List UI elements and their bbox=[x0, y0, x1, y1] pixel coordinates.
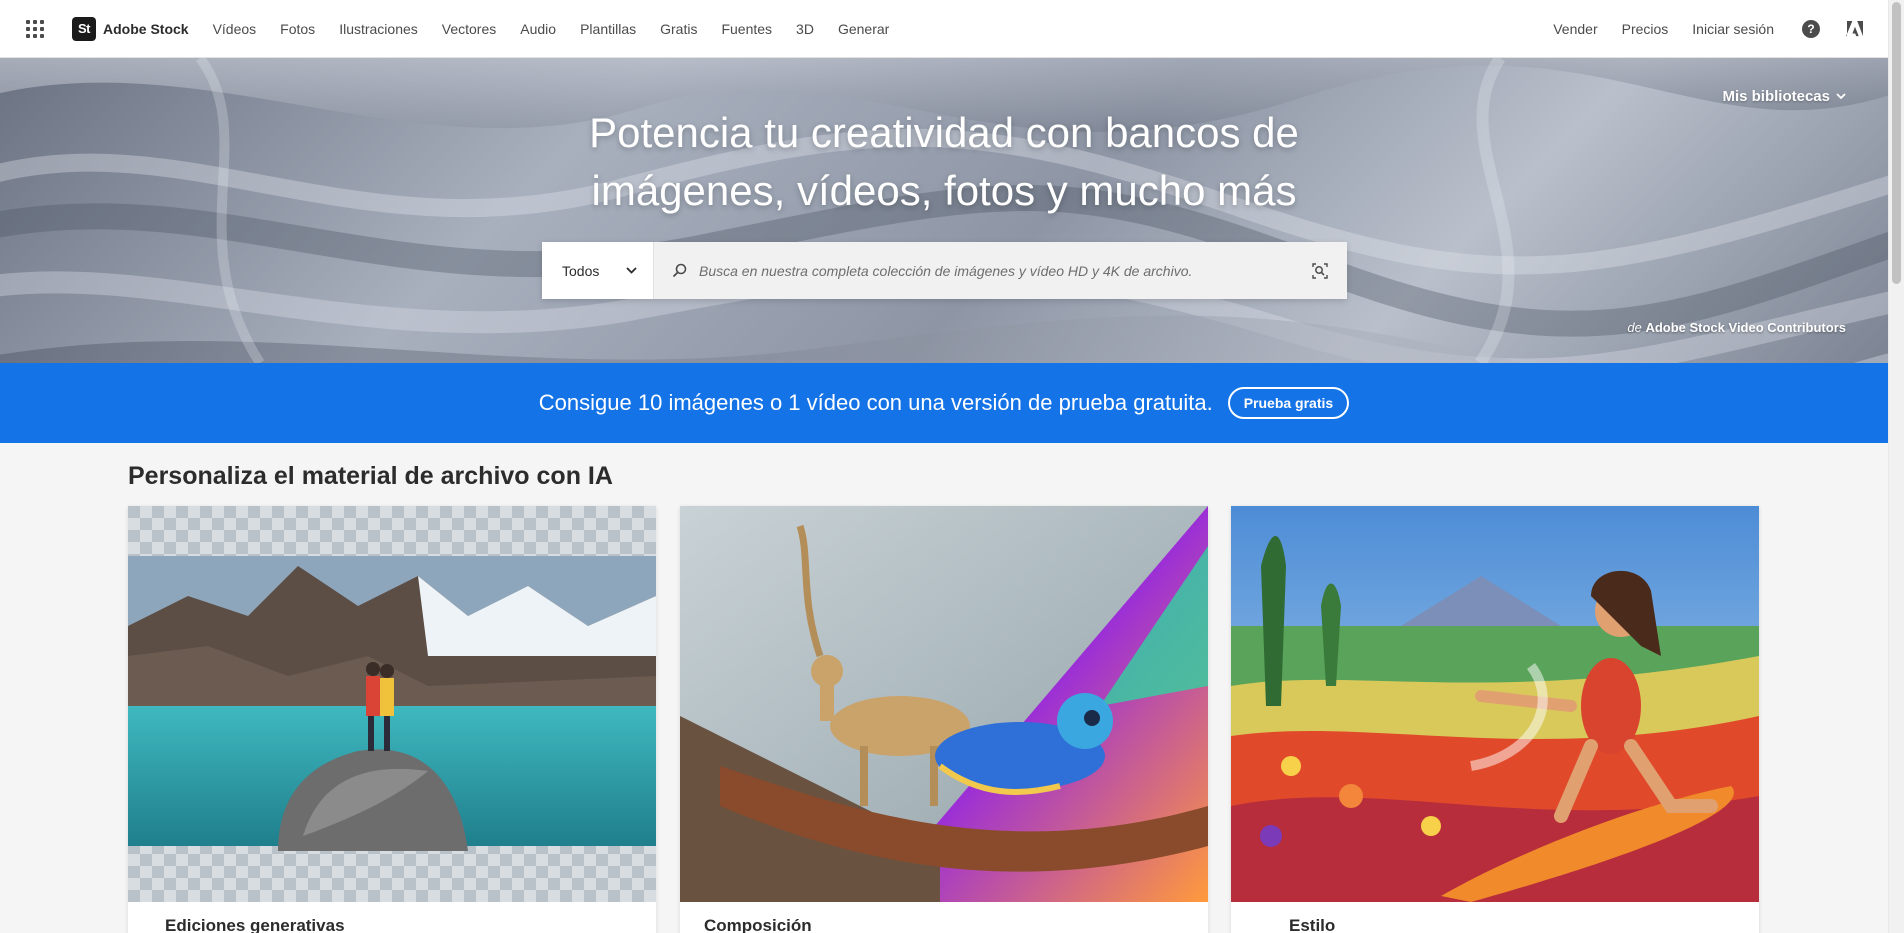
page-scrollbar[interactable] bbox=[1888, 0, 1904, 933]
main-nav: Vídeos Fotos Ilustraciones Vectores Audi… bbox=[201, 0, 902, 58]
adobe-stock-logo: St bbox=[72, 16, 96, 41]
chevron-down-icon bbox=[1836, 93, 1846, 100]
card-composition[interactable]: Composición bbox=[680, 506, 1208, 933]
credit-prefix: de bbox=[1627, 320, 1642, 335]
section-title: Personaliza el material de archivo con I… bbox=[128, 462, 613, 490]
help-icon[interactable]: ? bbox=[1802, 19, 1820, 38]
adobe-logo-icon[interactable] bbox=[1846, 20, 1864, 37]
nav-audio[interactable]: Audio bbox=[508, 0, 568, 58]
my-libraries-button[interactable]: Mis bibliotecas bbox=[1722, 88, 1846, 105]
nav-videos[interactable]: Vídeos bbox=[201, 0, 269, 58]
brand-home-link[interactable]: St Adobe Stock bbox=[72, 16, 189, 41]
scrollbar-thumb[interactable] bbox=[1892, 2, 1901, 284]
nav-vectores[interactable]: Vectores bbox=[430, 0, 508, 58]
free-trial-button[interactable]: Prueba gratis bbox=[1227, 387, 1350, 419]
search-icon bbox=[672, 263, 687, 278]
nav-plantillas[interactable]: Plantillas bbox=[568, 0, 648, 58]
precios-link[interactable]: Precios bbox=[1610, 21, 1681, 37]
card-label: Ediciones generativas bbox=[165, 916, 345, 933]
app-switcher-button[interactable] bbox=[0, 0, 70, 58]
hero-title: Potencia tu creatividad con bancos de im… bbox=[0, 104, 1888, 220]
visual-search-icon[interactable] bbox=[1311, 262, 1329, 280]
free-trial-banner: Consigue 10 imágenes o 1 vídeo con una v… bbox=[0, 363, 1888, 443]
nav-gratis[interactable]: Gratis bbox=[648, 0, 709, 58]
search-input[interactable] bbox=[699, 262, 1311, 279]
hero-credit: de Adobe Stock Video Contributors bbox=[1627, 320, 1846, 335]
card-label: Composición bbox=[704, 916, 812, 933]
vender-link[interactable]: Vender bbox=[1541, 21, 1609, 37]
account-nav: Vender Precios Iniciar sesión ? bbox=[1541, 19, 1888, 38]
sign-in-link[interactable]: Iniciar sesión bbox=[1680, 21, 1786, 37]
card-image-generative-edits bbox=[128, 506, 656, 902]
search-field bbox=[654, 242, 1347, 299]
search-category-value: Todos bbox=[562, 262, 600, 279]
hero-title-line-2: imágenes, vídeos, fotos y mucho más bbox=[591, 167, 1297, 214]
top-navigation-bar: St Adobe Stock Vídeos Fotos Ilustracione… bbox=[0, 0, 1888, 58]
brand-name: Adobe Stock bbox=[103, 20, 189, 37]
promo-text: Consigue 10 imágenes o 1 vídeo con una v… bbox=[538, 390, 1213, 415]
card-label: Estilo bbox=[1289, 916, 1336, 933]
chevron-down-icon bbox=[626, 267, 637, 274]
search-category-dropdown[interactable]: Todos bbox=[542, 242, 654, 299]
libraries-label: Mis bibliotecas bbox=[1722, 88, 1830, 105]
nav-fotos[interactable]: Fotos bbox=[268, 0, 327, 58]
credit-link[interactable]: Adobe Stock Video Contributors bbox=[1645, 320, 1846, 335]
card-style[interactable]: Estilo bbox=[1231, 506, 1759, 933]
card-generative-edits[interactable]: Ediciones generativas bbox=[128, 506, 656, 933]
hero-title-line-1: Potencia tu creatividad con bancos de bbox=[589, 109, 1299, 156]
nav-ilustraciones[interactable]: Ilustraciones bbox=[327, 0, 430, 58]
nav-fuentes[interactable]: Fuentes bbox=[709, 0, 784, 58]
card-image-style bbox=[1231, 506, 1759, 902]
nav-generar[interactable]: Generar bbox=[826, 0, 901, 58]
grid-icon bbox=[26, 19, 44, 38]
hero-banner: Mis bibliotecas Potencia tu creatividad … bbox=[0, 58, 1888, 363]
card-image-composition bbox=[680, 506, 1208, 902]
nav-3d[interactable]: 3D bbox=[784, 0, 826, 58]
search-bar: Todos bbox=[542, 242, 1347, 299]
